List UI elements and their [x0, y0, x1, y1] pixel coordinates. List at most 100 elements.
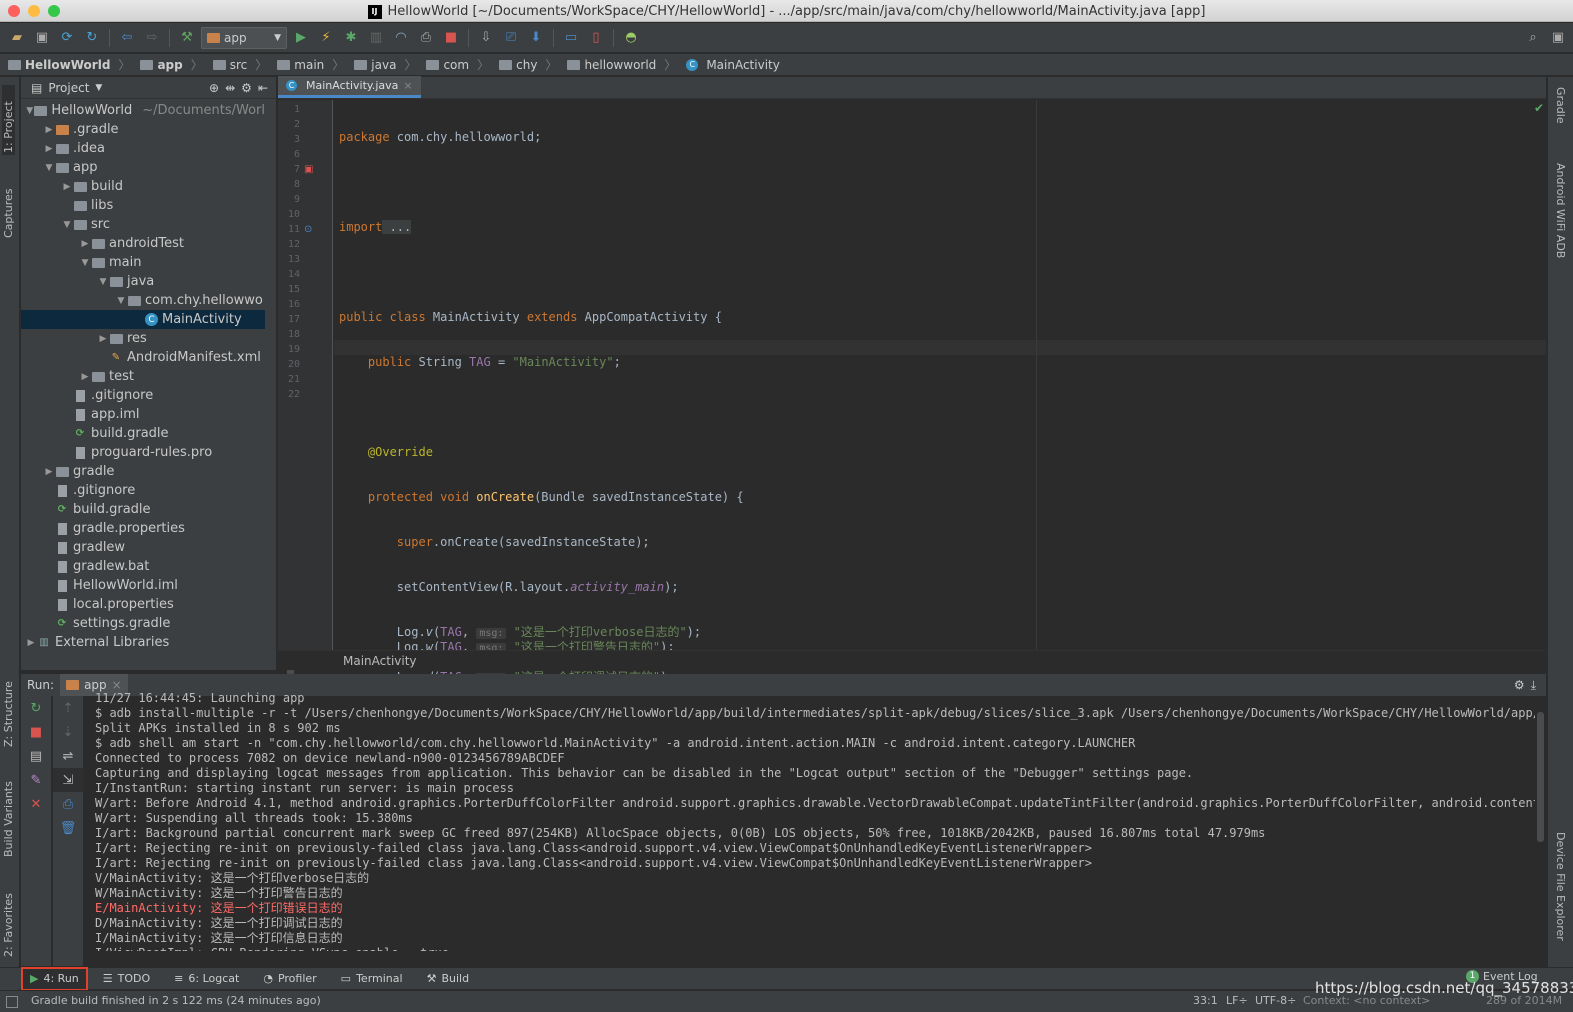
- stop-icon[interactable]: ■: [21, 720, 51, 744]
- tree-item[interactable]: ▼ app: [21, 158, 265, 177]
- bottom-tab-6-logcat[interactable]: ≡ 6: Logcat: [166, 968, 247, 990]
- tree-item[interactable]: ▶ gradle: [21, 462, 265, 481]
- tree-expand-arrow-icon[interactable]: ▶: [43, 125, 55, 135]
- tree-item[interactable]: C MainActivity: [21, 310, 265, 329]
- layout-icon[interactable]: ▤: [21, 744, 51, 768]
- device-file-explorer-tool-tab[interactable]: Device File Explorer: [1554, 832, 1567, 941]
- tree-item[interactable]: ▶ .idea: [21, 139, 265, 158]
- breadcrumb-item[interactable]: java 〉: [354, 56, 422, 73]
- tree-item[interactable]: ⟳ settings.gradle: [21, 614, 265, 633]
- tree-expand-arrow-icon[interactable]: ▶: [79, 372, 91, 382]
- run-console-output[interactable]: 11/27 16:44:45: Launching app $ adb insta…: [95, 691, 1535, 951]
- tree-item[interactable]: ▶ build: [21, 177, 265, 196]
- tree-item[interactable]: ▼ com.chy.hellowwo: [21, 291, 265, 310]
- tree-expand-arrow-icon[interactable]: ▼: [115, 296, 127, 306]
- breadcrumb-item[interactable]: HellowWorld 〉: [8, 56, 136, 73]
- breadcrumb-item[interactable]: src 〉: [212, 56, 274, 73]
- bottom-tab-4-run[interactable]: ▶ 4: Run: [21, 966, 88, 991]
- build-variants-tool-tab[interactable]: Build Variants: [2, 767, 15, 857]
- close-icon[interactable]: ✕: [21, 792, 51, 816]
- coverage-icon[interactable]: ▥: [365, 27, 387, 49]
- breadcrumb-item[interactable]: main 〉: [277, 56, 350, 73]
- tree-item[interactable]: local.properties: [21, 595, 265, 614]
- debug-bug-icon[interactable]: ✱: [340, 27, 362, 49]
- maximize-window-button[interactable]: [48, 5, 60, 17]
- project-tool-tab[interactable]: 1: Project: [2, 85, 15, 155]
- device-monitor-icon[interactable]: ▭: [560, 27, 582, 49]
- tree-item[interactable]: ▼ java: [21, 272, 265, 291]
- bottom-tab-todo[interactable]: ☰ TODO: [95, 968, 158, 990]
- breadcrumb-item[interactable]: app 〉: [140, 56, 208, 73]
- sdk-manager-icon[interactable]: ⬇: [525, 27, 547, 49]
- hide-panel-icon[interactable]: ⇤: [258, 81, 268, 95]
- soft-wrap-icon[interactable]: ⇌: [53, 744, 83, 768]
- tree-expand-arrow-icon[interactable]: ▶: [43, 467, 55, 477]
- tree-expand-arrow-icon[interactable]: ▶: [97, 334, 109, 344]
- tree-item[interactable]: ▼ main: [21, 253, 265, 272]
- favorites-tool-tab[interactable]: 2: Favorites: [2, 877, 15, 957]
- breadcrumb-item[interactable]: C MainActivity: [686, 58, 786, 72]
- tree-item[interactable]: .gitignore: [21, 386, 265, 405]
- close-tab-icon[interactable]: ×: [112, 678, 122, 692]
- back-arrow-icon[interactable]: ⇦: [116, 27, 138, 49]
- panel-toggle-icon[interactable]: [6, 996, 18, 1008]
- android-robot-icon[interactable]: ◓: [620, 27, 642, 49]
- sync-icon[interactable]: ⟳: [56, 27, 78, 49]
- forward-arrow-icon[interactable]: ⇨: [141, 27, 163, 49]
- scroll-up-icon[interactable]: ⇡: [53, 696, 83, 720]
- chevron-down-icon[interactable]: ▼: [95, 83, 102, 93]
- wifi-adb-tool-tab[interactable]: Android WiFi ADB: [1554, 163, 1567, 258]
- locate-target-icon[interactable]: ⊕: [209, 81, 219, 95]
- tree-expand-arrow-icon[interactable]: ▼: [61, 220, 73, 230]
- collapse-all-icon[interactable]: ⇹: [225, 81, 235, 95]
- gradle-tool-tab[interactable]: Gradle: [1554, 87, 1567, 124]
- override-gutter-icon[interactable]: ⊙: [304, 224, 312, 235]
- tree-expand-arrow-icon[interactable]: ▶: [25, 638, 37, 648]
- minimize-window-button[interactable]: [28, 5, 40, 17]
- refresh-icon[interactable]: ↻: [81, 27, 103, 49]
- stop-icon[interactable]: ■: [440, 27, 462, 49]
- scroll-down-icon[interactable]: ⇣: [53, 720, 83, 744]
- tree-item[interactable]: ⟳ build.gradle: [21, 424, 265, 443]
- profile-gauge-icon[interactable]: ◠: [390, 27, 412, 49]
- tree-expand-arrow-icon[interactable]: ▼: [79, 258, 91, 268]
- tree-item[interactable]: ▶ ▥ External Libraries: [21, 633, 265, 652]
- avd-manager-icon[interactable]: ⎚: [500, 27, 522, 49]
- run-configuration-select[interactable]: app ▼: [201, 26, 287, 49]
- tree-expand-arrow-icon[interactable]: ▼: [25, 106, 34, 116]
- structure-tool-tab[interactable]: Z: Structure: [2, 667, 15, 747]
- tree-item[interactable]: ▶ .gradle: [21, 120, 265, 139]
- print-icon[interactable]: ⎙: [53, 792, 83, 816]
- breadcrumb-item[interactable]: hellowworld 〉: [567, 56, 682, 73]
- tree-item[interactable]: libs: [21, 196, 265, 215]
- close-window-button[interactable]: [8, 5, 20, 17]
- user-avatar-icon[interactable]: ▣: [1547, 27, 1569, 49]
- console-scrollbar[interactable]: [1537, 712, 1544, 842]
- run-play-icon[interactable]: ▶: [290, 27, 312, 49]
- make-project-hammer-icon[interactable]: ⚒: [176, 27, 198, 49]
- tree-item[interactable]: gradlew: [21, 538, 265, 557]
- tree-expand-arrow-icon[interactable]: ▼: [97, 277, 109, 287]
- tree-item[interactable]: gradle.properties: [21, 519, 265, 538]
- tree-item[interactable]: gradlew.bat: [21, 557, 265, 576]
- bottom-tab-profiler[interactable]: ◔ Profiler: [255, 968, 324, 990]
- tree-item[interactable]: HellowWorld.iml: [21, 576, 265, 595]
- apply-changes-icon[interactable]: ⚡: [315, 27, 337, 49]
- save-icon[interactable]: ▣: [31, 27, 53, 49]
- bottom-tab-build[interactable]: ⚒ Build: [419, 968, 478, 990]
- tree-item[interactable]: proguard-rules.pro: [21, 443, 265, 462]
- close-tab-icon[interactable]: ×: [403, 79, 412, 92]
- tree-expand-arrow-icon[interactable]: ▼: [43, 163, 55, 173]
- pin-icon[interactable]: ✎: [21, 768, 51, 792]
- trash-icon[interactable]: 🗑: [53, 816, 83, 840]
- gear-icon[interactable]: ⚙: [1514, 678, 1525, 692]
- breadcrumb-item[interactable]: com 〉: [426, 56, 495, 73]
- editor-tab-mainactivity[interactable]: C MainActivity.java ×: [278, 76, 421, 98]
- bottom-tab-terminal[interactable]: ▭ Terminal: [333, 968, 411, 990]
- attach-debugger-icon[interactable]: ⎙: [415, 27, 437, 49]
- rerun-icon[interactable]: ↻: [21, 696, 51, 720]
- tree-item[interactable]: app.iml: [21, 405, 265, 424]
- tree-expand-arrow-icon[interactable]: ▶: [79, 239, 91, 249]
- tree-item[interactable]: ✎ AndroidManifest.xml: [21, 348, 265, 367]
- tree-item[interactable]: ▶ test: [21, 367, 265, 386]
